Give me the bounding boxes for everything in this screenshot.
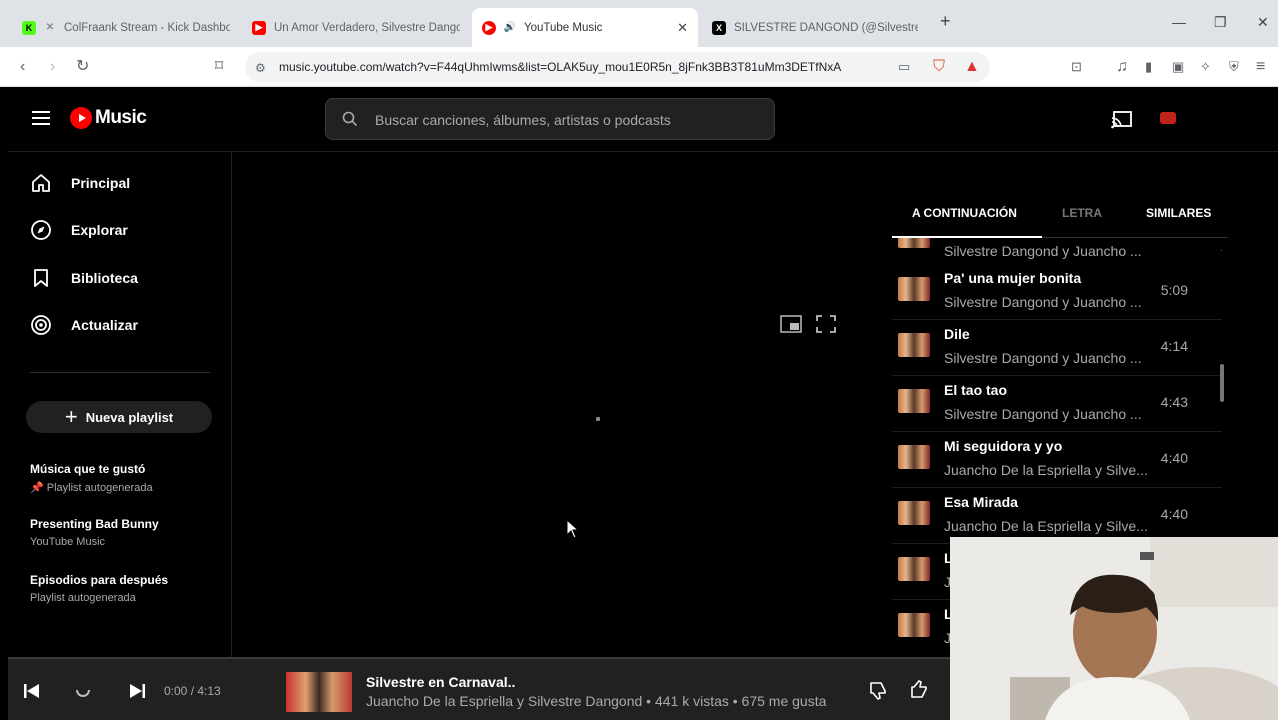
search-icon bbox=[342, 111, 358, 127]
song-thumbnail bbox=[898, 501, 930, 525]
tab-up-next[interactable]: A CONTINUACIÓN bbox=[912, 206, 1017, 220]
sidebar-divider bbox=[30, 372, 210, 373]
back-icon[interactable]: ‹ bbox=[20, 57, 25, 77]
address-bar[interactable]: ⚙ music.youtube.com/watch?v=F44qUhmIwms&… bbox=[245, 52, 990, 82]
x-icon: X bbox=[712, 20, 726, 35]
queue-scrollbar[interactable] bbox=[1220, 364, 1224, 402]
song-thumbnail bbox=[898, 389, 930, 413]
new-playlist-button[interactable]: + Nueva playlist bbox=[26, 401, 212, 433]
leo-icon[interactable]: ✧ bbox=[1200, 57, 1211, 77]
sidebar-icon[interactable]: ▮ bbox=[1145, 57, 1152, 77]
queue-item[interactable]: Mi seguidora y yo Juancho De la Espriell… bbox=[892, 432, 1222, 488]
browser-tab-kick[interactable]: K ✕ ColFraank Stream - Kick Dashboa bbox=[12, 8, 240, 47]
upgrade-icon bbox=[31, 315, 51, 335]
song-thumbnail bbox=[898, 238, 930, 248]
time-display: 0:00 / 4:13 bbox=[164, 684, 221, 698]
speaker-icon: 🔊 bbox=[503, 22, 517, 33]
sidebar-item-explorar[interactable]: Explorar bbox=[30, 218, 128, 242]
hamburger-icon[interactable] bbox=[32, 111, 50, 125]
song-thumbnail bbox=[898, 277, 930, 301]
muted-icon: ✕ bbox=[45, 22, 55, 33]
song-thumbnail bbox=[898, 613, 930, 637]
browser-tab-x[interactable]: X SILVESTRE DANGOND (@SilvestreFD bbox=[702, 8, 928, 47]
play-logo-icon bbox=[70, 107, 92, 129]
close-window-icon[interactable]: ✕ bbox=[1257, 14, 1269, 31]
site-info-icon[interactable]: ⚙ bbox=[255, 58, 266, 78]
loading-spinner-icon[interactable] bbox=[74, 681, 92, 699]
bookmark-icon[interactable]: ⌑ bbox=[215, 57, 223, 77]
loading-indicator bbox=[596, 417, 600, 421]
browser-tab-youtube[interactable]: ▶ Un Amor Verdadero, Silvestre Dango bbox=[242, 8, 470, 47]
restore-icon[interactable]: ❐ bbox=[1214, 14, 1227, 31]
webcam-person-image bbox=[950, 537, 1278, 720]
queue-item[interactable]: El tao tao Silvestre Dangond y Juancho .… bbox=[892, 376, 1222, 432]
close-tab-icon[interactable]: ✕ bbox=[669, 20, 688, 36]
queue-tabs: A CONTINUACIÓN LETRA SIMILARES bbox=[892, 192, 1228, 238]
plus-icon: + bbox=[64, 404, 78, 429]
mouse-cursor-icon bbox=[566, 519, 580, 539]
queue-item[interactable]: Esa Mirada Juancho De la Espriella y Sil… bbox=[892, 488, 1222, 544]
fullscreen-icon[interactable] bbox=[816, 315, 836, 333]
brave-rewards-icon[interactable]: ▲ bbox=[964, 57, 980, 77]
browser-tab-ytmusic[interactable]: ▶ 🔊 YouTube Music ✕ bbox=[472, 8, 698, 47]
reload-icon[interactable]: ↻ bbox=[76, 57, 89, 77]
tab-lyrics[interactable]: LETRA bbox=[1062, 206, 1102, 220]
minimize-icon[interactable]: — bbox=[1172, 14, 1186, 30]
wallet-icon[interactable]: ▣ bbox=[1172, 57, 1184, 77]
scroll-up-icon[interactable] bbox=[1221, 246, 1222, 251]
sidebar: Principal Explorar Biblioteca Actualizar… bbox=[8, 152, 232, 657]
miniplayer-icon[interactable] bbox=[780, 315, 802, 333]
kick-icon: K bbox=[22, 20, 36, 35]
home-icon bbox=[32, 174, 50, 192]
sidebar-item-biblioteca[interactable]: Biblioteca bbox=[30, 266, 138, 290]
top-nav: Music Buscar canciones, álbumes, artista… bbox=[8, 87, 1278, 152]
youtube-icon: ▶ bbox=[252, 20, 266, 35]
menu-icon[interactable]: ≡ bbox=[1256, 57, 1265, 77]
extensions-icon[interactable]: ⊡ bbox=[1071, 57, 1082, 77]
search-input[interactable]: Buscar canciones, álbumes, artistas o po… bbox=[375, 112, 671, 128]
song-thumbnail bbox=[898, 557, 930, 581]
now-playing-subtitle: Juancho De la Espriella y Silvestre Dang… bbox=[366, 693, 827, 709]
library-icon bbox=[34, 269, 48, 287]
webcam-overlay bbox=[950, 537, 1278, 720]
queue-item[interactable]: Silvestre Dangond y Juancho ... bbox=[892, 238, 1222, 264]
browser-toolbar: ‹ › ↻ ⌑ ⚙ music.youtube.com/watch?v=F44q… bbox=[0, 47, 1278, 87]
sidebar-item-principal[interactable]: Principal bbox=[30, 171, 130, 195]
playlist-item-liked[interactable]: Música que te gustó 📌 Playlist autogener… bbox=[30, 462, 153, 494]
now-playing-thumbnail[interactable] bbox=[286, 672, 352, 712]
playlist-item-episodes[interactable]: Episodios para después Playlist autogene… bbox=[30, 573, 168, 604]
avatar[interactable] bbox=[1160, 112, 1176, 124]
cast-icon[interactable] bbox=[1111, 111, 1133, 129]
previous-icon[interactable] bbox=[23, 683, 41, 699]
vpn-icon[interactable]: ⛨ bbox=[1229, 57, 1239, 77]
cast-page-icon[interactable]: ▭ bbox=[898, 57, 910, 77]
queue-item[interactable]: Pa' una mujer bonita Silvestre Dangond y… bbox=[892, 264, 1222, 320]
search-box[interactable]: Buscar canciones, álbumes, artistas o po… bbox=[325, 98, 775, 140]
pin-icon: 📌 bbox=[30, 482, 44, 494]
like-icon[interactable] bbox=[909, 679, 929, 699]
video-player[interactable] bbox=[338, 292, 858, 607]
brave-shield-icon[interactable]: ⛉ bbox=[933, 57, 945, 77]
next-icon[interactable] bbox=[128, 683, 146, 699]
compass-icon bbox=[31, 220, 51, 240]
media-icon[interactable]: ♫ bbox=[1116, 57, 1128, 77]
new-tab-button[interactable]: + bbox=[940, 11, 951, 32]
sidebar-item-actualizar[interactable]: Actualizar bbox=[30, 313, 138, 337]
playlist-item-bad-bunny[interactable]: Presenting Bad Bunny YouTube Music bbox=[30, 517, 159, 548]
forward-icon[interactable]: › bbox=[50, 57, 55, 77]
tab-related[interactable]: SIMILARES bbox=[1146, 206, 1211, 220]
ytmusic-logo[interactable]: Music bbox=[70, 107, 147, 129]
queue-item[interactable]: Dile Silvestre Dangond y Juancho ... 4:1… bbox=[892, 320, 1222, 376]
browser-tab-bar: K ✕ ColFraank Stream - Kick Dashboa ▶ Un… bbox=[0, 0, 1278, 47]
song-thumbnail bbox=[898, 445, 930, 469]
dislike-icon[interactable] bbox=[868, 681, 888, 701]
song-thumbnail bbox=[898, 333, 930, 357]
ytmusic-icon: ▶ bbox=[482, 20, 496, 35]
now-playing-title[interactable]: Silvestre en Carnaval.. bbox=[366, 674, 515, 690]
